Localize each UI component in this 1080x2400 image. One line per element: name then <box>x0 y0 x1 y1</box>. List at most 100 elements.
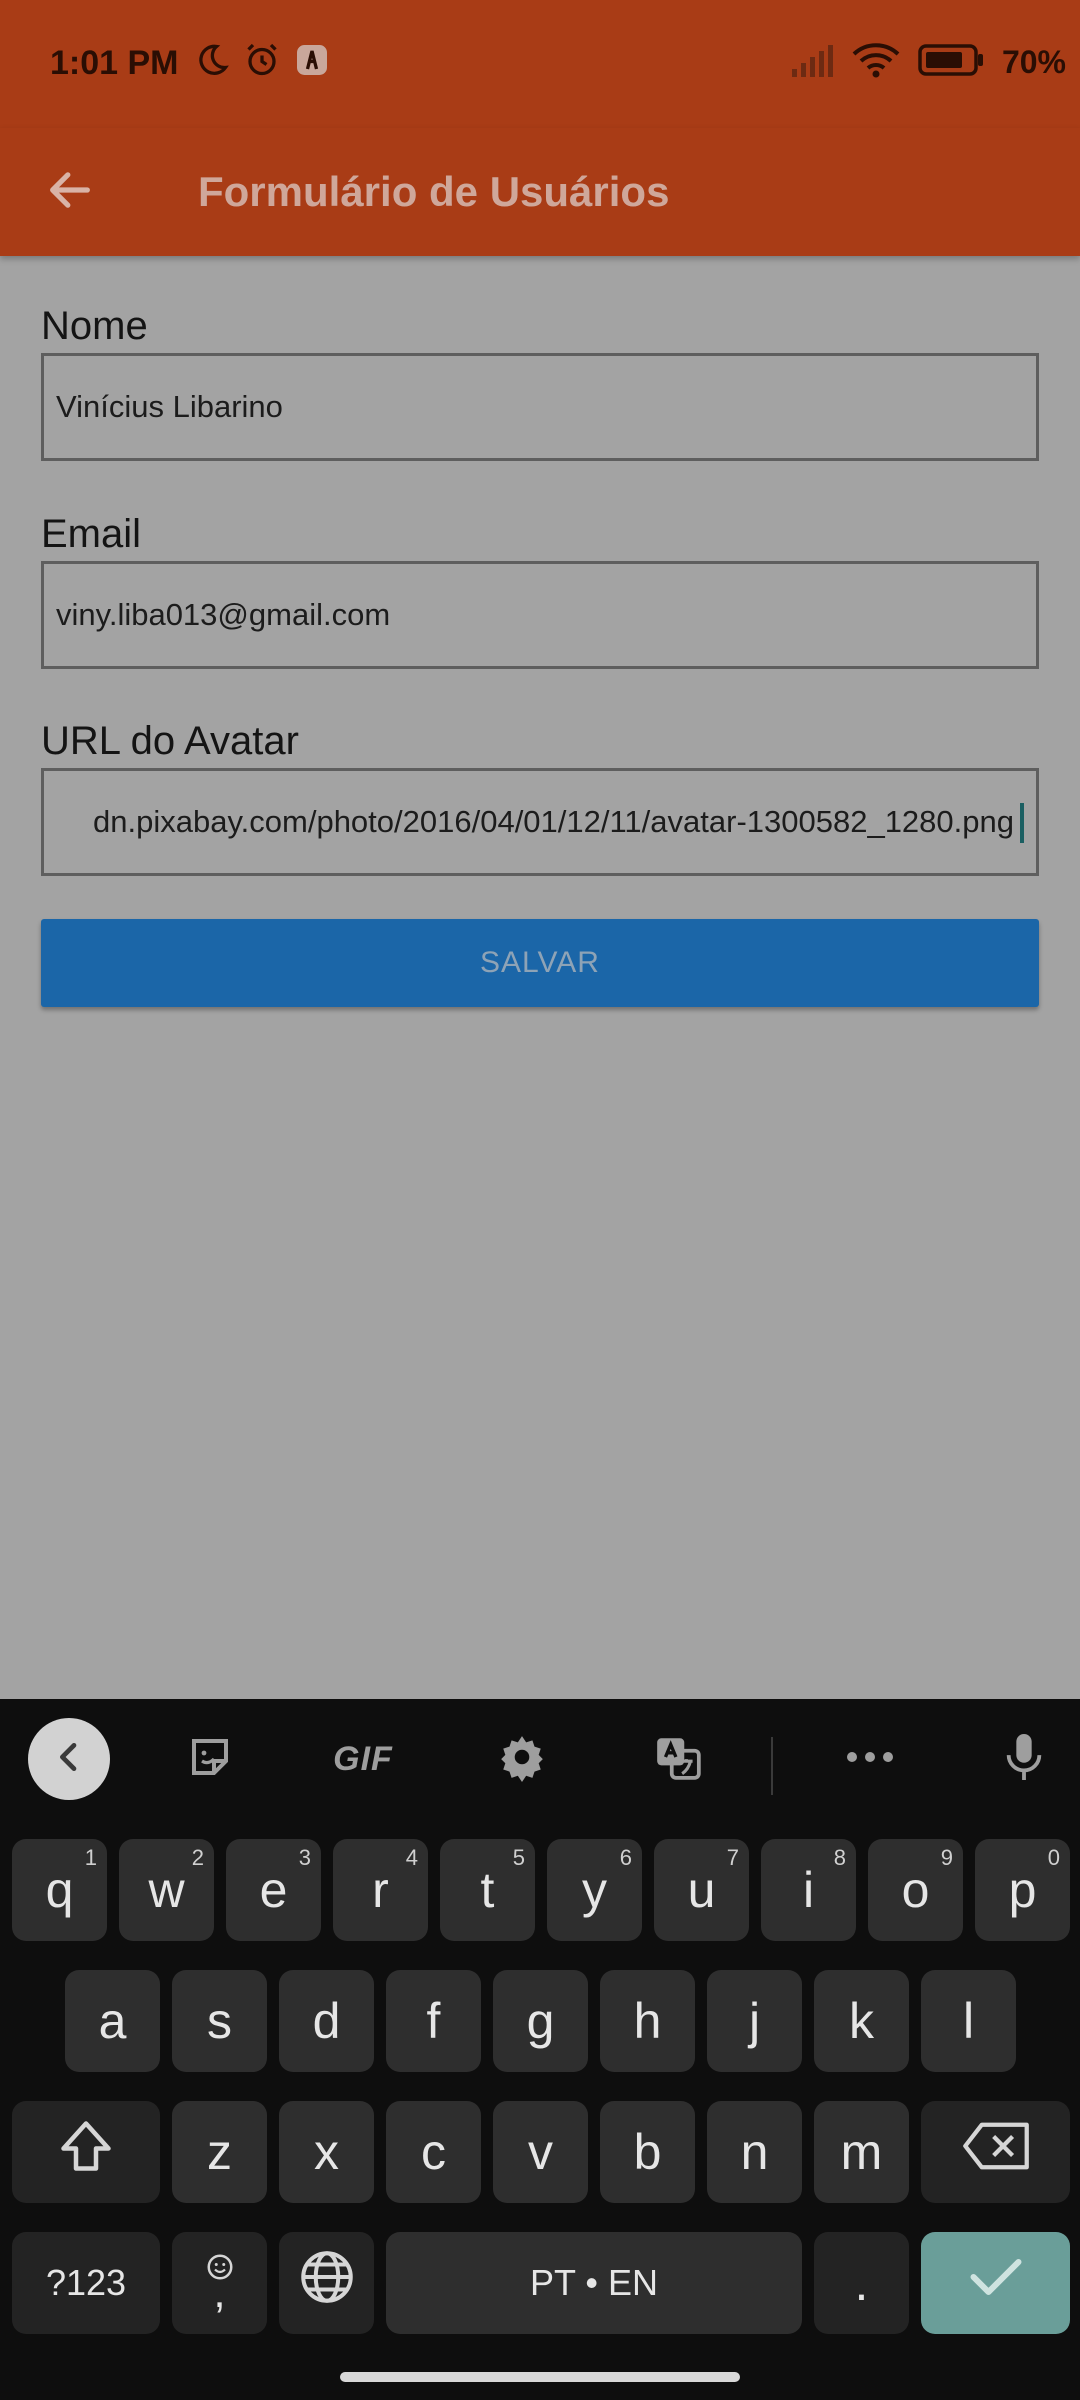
key-u[interactable]: u7 <box>654 1839 749 1941</box>
key-q[interactable]: q1 <box>12 1839 107 1941</box>
check-icon <box>966 2252 1026 2314</box>
key-hint: 7 <box>726 1845 739 1870</box>
key-hint: 9 <box>940 1845 953 1870</box>
key-i[interactable]: i8 <box>761 1839 856 1941</box>
key-o[interactable]: o9 <box>868 1839 963 1941</box>
keyboard: GIF q1 w2 e3 r4 t5 y6 u 7 i 8 o 9 p 0 a … <box>0 1699 1080 2400</box>
key-y[interactable]: y6 <box>547 1839 642 1941</box>
status-icons-left <box>194 42 330 83</box>
translate-button[interactable] <box>638 1719 718 1799</box>
translate-icon <box>653 1732 703 1787</box>
key-h[interactable]: h <box>600 1970 695 2072</box>
battery-percentage: 70% <box>1001 44 1066 80</box>
keyboard-toolbar: GIF <box>0 1699 1080 1819</box>
globe-icon <box>297 2247 357 2319</box>
key-hint: 4 <box>405 1845 418 1870</box>
key-s[interactable]: s <box>172 1970 267 2072</box>
key-hint: 1 <box>84 1845 97 1870</box>
key-g[interactable]: g <box>493 1970 588 2072</box>
key-z[interactable]: z <box>172 2101 267 2203</box>
alarm-icon <box>244 42 280 83</box>
shift-key[interactable] <box>12 2101 160 2203</box>
status-time: 1:01 PM <box>50 44 179 82</box>
key-label: i <box>802 1862 815 1918</box>
comma-key[interactable]: , <box>172 2232 267 2334</box>
key-x[interactable]: x <box>279 2101 374 2203</box>
key-a[interactable]: a <box>65 1970 160 2072</box>
key-w[interactable]: w2 <box>119 1839 214 1941</box>
key-hint: 0 <box>1047 1845 1060 1870</box>
key-p[interactable]: p0 <box>975 1839 1070 1941</box>
status-icons-right: 70% <box>790 42 1066 83</box>
mic-icon <box>1001 1729 1047 1790</box>
back-button[interactable] <box>30 152 110 232</box>
sticker-button[interactable] <box>170 1719 250 1799</box>
text-cursor <box>1020 803 1024 843</box>
key-label: q <box>45 1862 74 1918</box>
email-label: Email <box>41 512 142 556</box>
collapse-keyboard-button[interactable] <box>28 1718 110 1800</box>
key-label: o <box>901 1862 930 1918</box>
more-button[interactable] <box>830 1719 910 1799</box>
name-field[interactable]: Vinícius Libarino <box>41 353 1039 461</box>
gif-label: GIF <box>333 1739 393 1778</box>
key-hint: 5 <box>512 1845 525 1870</box>
key-v[interactable]: v <box>493 2101 588 2203</box>
key-label: e <box>259 1862 288 1918</box>
key-hint: 3 <box>298 1845 311 1870</box>
wifi-icon <box>852 42 900 83</box>
key-k[interactable]: k <box>814 1970 909 2072</box>
key-label: y <box>582 1862 607 1918</box>
key-j[interactable]: j <box>707 1970 802 2072</box>
app-notification-icon <box>294 42 330 83</box>
key-hint: 2 <box>191 1845 204 1870</box>
key-label: r <box>372 1862 389 1918</box>
app-bar: Formulário de Usuários <box>0 128 1080 256</box>
backspace-icon <box>960 2120 1032 2184</box>
symbols-key[interactable]: ?123 <box>12 2232 160 2334</box>
avatar-url-label: URL do Avatar <box>41 719 299 763</box>
email-field[interactable]: viny.liba013@gmail.com <box>41 561 1039 669</box>
key-f[interactable]: f <box>386 1970 481 2072</box>
sticker-icon <box>186 1733 234 1786</box>
comma-label: , <box>213 2268 226 2317</box>
name-value: Vinícius Libarino <box>56 389 283 424</box>
battery-icon <box>918 43 984 82</box>
language-key[interactable] <box>279 2232 374 2334</box>
avatar-url-value: dn.pixabay.com/photo/2016/04/01/12/11/av… <box>93 804 1014 839</box>
key-hint: 8 <box>833 1845 846 1870</box>
signal-icon <box>790 43 834 82</box>
status-bar: 1:01 PM 70% <box>0 0 1080 128</box>
period-key[interactable]: . <box>814 2232 909 2334</box>
key-hint: 6 <box>619 1845 632 1870</box>
gesture-nav-bar[interactable] <box>340 2372 740 2382</box>
space-key[interactable]: PT • EN <box>386 2232 802 2334</box>
key-label: t <box>480 1862 495 1918</box>
key-m[interactable]: m <box>814 2101 909 2203</box>
more-icon <box>845 1750 895 1769</box>
gear-icon <box>497 1732 547 1787</box>
gif-button[interactable]: GIF <box>318 1719 408 1799</box>
key-r[interactable]: r4 <box>333 1839 428 1941</box>
key-label: w <box>148 1862 185 1918</box>
backspace-key[interactable] <box>921 2101 1070 2203</box>
key-b[interactable]: b <box>600 2101 695 2203</box>
key-l[interactable]: l <box>921 1970 1016 2072</box>
key-t[interactable]: t5 <box>440 1839 535 1941</box>
avatar-url-field[interactable]: dn.pixabay.com/photo/2016/04/01/12/11/av… <box>41 768 1039 876</box>
moon-icon <box>194 42 230 83</box>
chevron-left-icon <box>49 1737 89 1782</box>
voice-input-button[interactable] <box>984 1719 1064 1799</box>
name-label: Nome <box>41 304 148 348</box>
key-e[interactable]: e3 <box>226 1839 321 1941</box>
email-value: viny.liba013@gmail.com <box>56 597 391 632</box>
key-label: p <box>1008 1862 1037 1918</box>
key-n[interactable]: n <box>707 2101 802 2203</box>
enter-key[interactable] <box>921 2232 1070 2334</box>
key-d[interactable]: d <box>279 1970 374 2072</box>
key-c[interactable]: c <box>386 2101 481 2203</box>
page-title: Formulário de Usuários <box>198 168 670 215</box>
settings-button[interactable] <box>482 1719 562 1799</box>
shift-icon <box>54 2116 118 2188</box>
save-button[interactable]: SALVAR <box>41 919 1039 1007</box>
